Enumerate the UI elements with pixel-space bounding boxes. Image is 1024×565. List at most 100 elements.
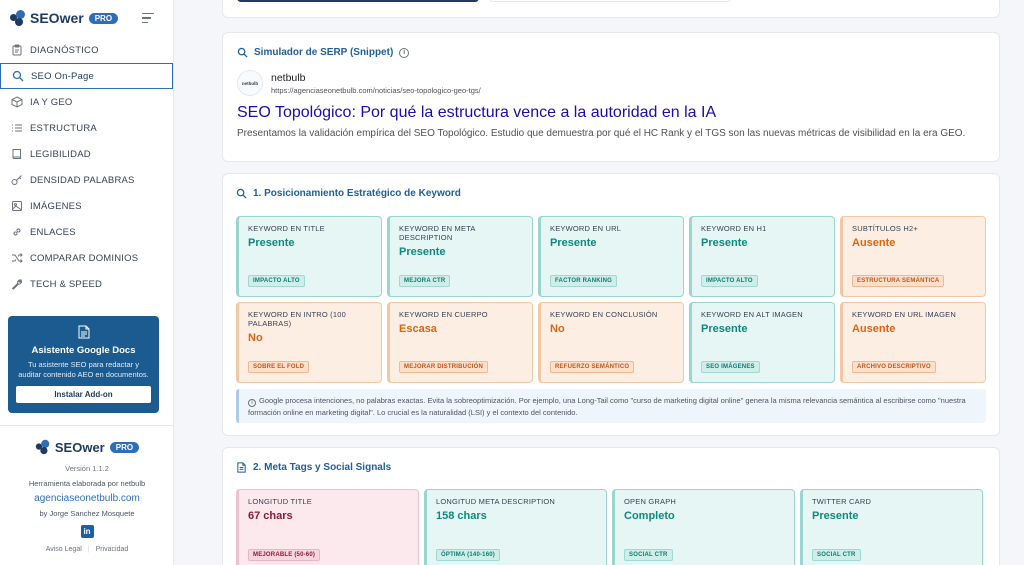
seower-logo-icon <box>10 10 26 26</box>
metric-value: No <box>550 323 565 335</box>
metric-value: Escasa <box>399 323 437 335</box>
wrench-icon <box>11 278 23 290</box>
note-text: Google procesa intenciones, no palabras … <box>248 396 966 417</box>
metric-value: Presente <box>812 510 859 522</box>
keyword-positioning-card: 1. Posicionamiento Estratégico de Keywor… <box>222 173 1000 436</box>
metric-tile: SUBTÍTULOS H2+ Ausente ESTRUCTURA SEMÁNTIC… <box>840 216 986 297</box>
sidebar-item-label: COMPARAR DOMINIOS <box>30 252 139 264</box>
document-icon <box>237 462 246 473</box>
sidebar-item-seo-on-page[interactable]: SEO On-Page <box>0 63 173 89</box>
made-by-text: Herramienta elaborada por netbulb <box>28 479 146 488</box>
metric-tile: OPEN GRAPH Completo SOCIAL CTR <box>612 489 795 565</box>
metric-tile: KEYWORD EN TITLE Presente IMPACTO ALTO <box>236 216 382 297</box>
agency-site-link[interactable]: agenciaseonetbulb.com <box>0 493 174 504</box>
inactive-tab-strip[interactable] <box>489 0 731 2</box>
metric-tile: KEYWORD EN ALT IMAGEN Presente SEO IMÁGENE… <box>689 302 835 383</box>
menu-toggle-icon[interactable] <box>142 12 155 24</box>
key-icon <box>11 174 23 186</box>
metric-label: LONGITUD META DESCRIPTION <box>436 497 556 506</box>
sidebar-nav: DIAGNÓSTICO SEO On-Page IA Y GEO ESTRUCT… <box>0 37 173 297</box>
sidebar-item-label: ENLACES <box>30 226 76 238</box>
sidebar-item-imagenes[interactable]: IMÁGENES <box>0 193 173 219</box>
serp-headline-link[interactable]: SEO Topológico: Por qué la estructura ve… <box>237 104 985 122</box>
metric-tag: MEJORAR DISTRIBUCIÓN <box>399 361 489 373</box>
metric-label: KEYWORD EN H1 <box>701 224 767 233</box>
sidebar-item-diagnostico[interactable]: DIAGNÓSTICO <box>0 37 173 63</box>
metric-label: OPEN GRAPH <box>624 497 677 506</box>
metric-value: No <box>248 332 263 344</box>
metric-value: Presente <box>399 246 446 258</box>
sidebar-item-tech-speed[interactable]: TECH & SPEED <box>0 271 173 297</box>
keyword-card-title: 1. Posicionamiento Estratégico de Keywor… <box>236 188 986 199</box>
info-icon[interactable]: i <box>399 47 410 58</box>
footer-brand-name: SEOwer <box>54 439 105 455</box>
document-icon <box>78 325 90 339</box>
metric-tag: IMPACTO ALTO <box>248 275 305 287</box>
metric-tag: SOBRE EL FOLD <box>248 361 310 373</box>
metric-tag: IMPACTO ALTO <box>701 275 758 287</box>
site-favicon: netbulb <box>237 70 263 96</box>
info-icon: i <box>248 399 256 407</box>
site-info: netbulb https://agenciaseonetbulb.com/no… <box>271 72 481 95</box>
metric-value: 158 chars <box>436 510 487 522</box>
shuffle-icon <box>11 252 23 264</box>
cube-icon <box>11 96 23 108</box>
metric-tile: KEYWORD EN CUERPO Escasa MEJORAR DISTRIBUC… <box>387 302 533 383</box>
keyword-metrics-grid: KEYWORD EN TITLE Presente IMPACTO ALTO KEY… <box>236 216 986 383</box>
serp-title-text: Simulador de SERP (Snippet) <box>254 47 394 58</box>
sidebar-item-label: DIAGNÓSTICO <box>30 44 99 56</box>
sidebar-item-comparar-dominios[interactable]: COMPARAR DOMINIOS <box>0 245 173 271</box>
metric-tile: KEYWORD EN CONCLUSIÓN No REFUERZO SEMÁNTIC… <box>538 302 684 383</box>
metric-label: KEYWORD EN URL <box>550 224 622 233</box>
sidebar-item-enlaces[interactable]: ENLACES <box>0 219 173 245</box>
version-text: Versión 1.1.2 <box>65 464 109 473</box>
site-name: netbulb <box>271 71 306 84</box>
metric-value: Completo <box>624 510 675 522</box>
serp-site-row: netbulb netbulb https://agenciaseonetbul… <box>237 70 985 96</box>
divider: | <box>87 546 90 553</box>
keyword-title-text: 1. Posicionamiento Estratégico de Keywor… <box>253 188 461 199</box>
search-icon <box>236 188 247 199</box>
metric-label: KEYWORD EN CONCLUSIÓN <box>550 310 658 319</box>
metric-value: Presente <box>701 237 748 249</box>
metric-tag: ÓPTIMA (140-160) <box>436 549 500 561</box>
metric-tag: MEJORA CTR <box>399 275 451 287</box>
brand-name: SEOwer <box>30 10 84 26</box>
meta-card-title: 2. Meta Tags y Social Signals <box>236 462 986 473</box>
metric-label: KEYWORD EN URL IMAGEN <box>852 310 956 319</box>
link-icon <box>11 226 23 238</box>
active-tab-strip[interactable] <box>237 0 479 2</box>
metric-tag: MEJORABLE (50-60) <box>248 549 321 561</box>
image-icon <box>11 200 23 212</box>
metric-tag: ESTRUCTURA SEMÁNTICA <box>852 275 945 287</box>
sidebar-item-label: SEO On-Page <box>31 70 94 82</box>
legal-notice-link[interactable]: Aviso Legal <box>46 546 82 553</box>
sidebar-item-ia-y-geo[interactable]: IA Y GEO <box>0 89 173 115</box>
search-icon <box>12 70 24 82</box>
serp-card-title: Simulador de SERP (Snippet) i <box>237 47 985 58</box>
metric-tile: KEYWORD EN URL IMAGEN Ausente ARCHIVO DESC… <box>840 302 986 383</box>
google-docs-promo: Asistente Google Docs Tu asistente SEO p… <box>8 316 159 413</box>
serp-simulator-card: Simulador de SERP (Snippet) i netbulb ne… <box>222 32 1000 162</box>
sidebar-footer: SEOwer PRO Versión 1.1.2 Herramienta ela… <box>0 425 174 553</box>
sidebar: SEOwer PRO DIAGNÓSTICO SEO On-Page IA Y … <box>0 0 174 565</box>
privacy-link[interactable]: Privacidad <box>96 546 129 553</box>
metric-tag: REFUERZO SEMÁNTICO <box>550 361 635 373</box>
sidebar-item-estructura[interactable]: ESTRUCTURA <box>0 115 173 141</box>
sidebar-item-densidad-palabras[interactable]: DENSIDAD PALABRAS <box>0 167 173 193</box>
footer-brand: SEOwer PRO <box>0 439 174 455</box>
footer-pro-badge: PRO <box>109 441 140 453</box>
seower-logo-icon <box>35 439 50 455</box>
metric-label: KEYWORD EN META DESCRIPTION <box>399 224 476 242</box>
sidebar-item-legibilidad[interactable]: LEGIBILIDAD <box>0 141 173 167</box>
metric-tag: ARCHIVO DESCRIPTIVO <box>852 361 936 373</box>
install-addon-button[interactable]: Instalar Add-on <box>16 386 151 403</box>
metric-value: Presente <box>248 237 295 249</box>
site-url: https://agenciaseonetbulb.com/noticias/s… <box>271 85 481 95</box>
linkedin-icon[interactable]: in <box>80 525 94 538</box>
metric-tag: SOCIAL CTR <box>812 549 861 561</box>
metric-tag: FACTOR RANKING <box>550 275 618 287</box>
metric-tile: LONGITUD TITLE 67 chars MEJORABLE (50-60) <box>236 489 419 565</box>
metric-tile: KEYWORD EN URL Presente FACTOR RANKING <box>538 216 684 297</box>
metric-value: Presente <box>550 237 597 249</box>
